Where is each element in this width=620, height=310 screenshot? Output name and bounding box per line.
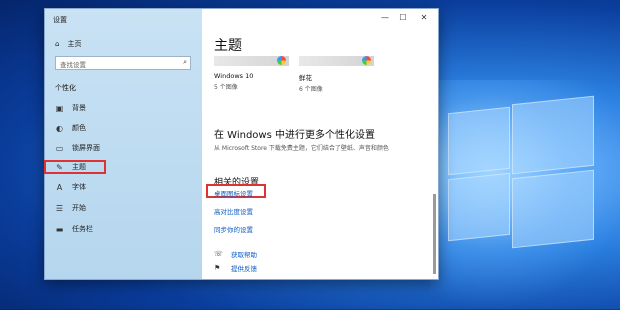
maximize-button[interactable]: ☐: [397, 13, 409, 22]
sidebar-item-themes[interactable]: ✎ 主题: [55, 161, 86, 173]
home-label: 主页: [67, 40, 82, 48]
feedback-link[interactable]: ⚑ 提供反馈: [214, 263, 257, 273]
get-help-link[interactable]: ☏ 获取帮助: [214, 249, 257, 259]
section-label: 个性化: [55, 84, 76, 92]
content-pane: — ☐ ✕ 主题 Windows 10 5 个图像 鲜花 6 个图像 在 Win…: [202, 9, 438, 279]
feedback-icon: ⚑: [214, 264, 221, 272]
store-title: 在 Windows 中进行更多个性化设置: [214, 130, 375, 141]
sidebar-item-label: 背景: [72, 104, 86, 112]
theme-thumbnail: [299, 56, 374, 66]
sidebar-item-label: 开始: [72, 204, 86, 212]
sidebar-item-start[interactable]: ☰ 开始: [55, 202, 86, 214]
page-title: 主题: [214, 38, 242, 54]
sidebar-item-taskbar[interactable]: ▬ 任务栏: [55, 223, 93, 235]
start-icon: ☰: [55, 203, 64, 213]
sidebar-item-colors[interactable]: ◐ 颜色: [55, 122, 86, 134]
monitor-icon: ▭: [55, 143, 64, 153]
theme-name: 鲜花: [299, 74, 312, 82]
sidebar-item-lockscreen[interactable]: ▭ 锁屏界面: [55, 142, 100, 154]
feedback-label: 提供反馈: [231, 265, 257, 273]
desktop-icon-settings-link[interactable]: 桌面图标设置: [214, 188, 253, 198]
sync-settings-link[interactable]: 同步你的设置: [214, 224, 253, 234]
sidebar-item-label: 颜色: [72, 124, 86, 132]
theme-card-windows10[interactable]: Windows 10 5 个图像: [214, 56, 289, 91]
scrollbar[interactable]: [433, 194, 436, 274]
sidebar-item-label: 字体: [72, 183, 86, 191]
color-wheel-icon: [362, 56, 371, 65]
search-icon[interactable]: ⌕: [183, 58, 187, 67]
sidebar: 设置 ⌂ 主页 查找设置 ⌕ 个性化 ▣ 背景 ◐ 颜色 ▭ 锁屏界面 ✎ 主题…: [44, 9, 202, 279]
sidebar-item-label: 任务栏: [72, 225, 93, 233]
image-icon: ▣: [55, 103, 64, 113]
theme-count: 6 个图像: [299, 86, 323, 93]
minimize-button[interactable]: —: [379, 13, 391, 22]
settings-window: 设置 ⌂ 主页 查找设置 ⌕ 个性化 ▣ 背景 ◐ 颜色 ▭ 锁屏界面 ✎ 主题…: [44, 8, 439, 280]
palette-icon: ◐: [56, 123, 63, 133]
font-icon: A: [56, 182, 63, 192]
store-description: 从 Microsoft Store 下载免费主题，它们结合了壁纸、声音和颜色: [214, 145, 389, 152]
sidebar-item-label: 锁屏界面: [72, 144, 100, 152]
sidebar-item-fonts[interactable]: A 字体: [55, 181, 86, 193]
color-wheel-icon: [277, 56, 286, 65]
theme-thumbnail: [214, 56, 289, 66]
sidebar-item-background[interactable]: ▣ 背景: [55, 102, 86, 114]
search-placeholder: 查找设置: [60, 61, 86, 69]
help-icon: ☏: [214, 250, 223, 258]
help-label: 获取帮助: [231, 251, 257, 259]
search-input[interactable]: 查找设置 ⌕: [55, 56, 191, 70]
taskbar-icon: ▬: [55, 224, 64, 234]
theme-name: Windows 10: [214, 72, 254, 80]
sidebar-item-label: 主题: [72, 163, 86, 171]
theme-card-flowers[interactable]: 鲜花 6 个图像: [299, 56, 374, 93]
high-contrast-settings-link[interactable]: 高对比度设置: [214, 206, 253, 216]
brush-icon: ✎: [56, 162, 63, 172]
theme-count: 5 个图像: [214, 84, 238, 91]
window-title: 设置: [53, 16, 67, 24]
sidebar-home[interactable]: ⌂ 主页: [55, 39, 81, 49]
close-button[interactable]: ✕: [418, 13, 430, 22]
home-icon: ⌂: [55, 40, 60, 48]
